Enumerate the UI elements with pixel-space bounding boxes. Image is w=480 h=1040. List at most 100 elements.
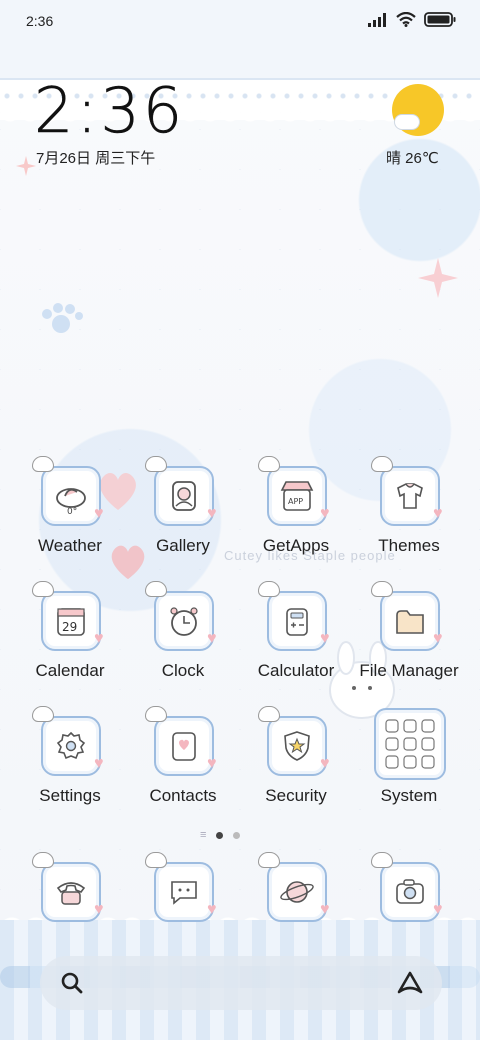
menu-lines-icon: ≡: [200, 829, 207, 841]
heart-icon: ♥: [320, 630, 330, 647]
app-label: GetApps: [262, 536, 330, 555]
messages-app-icon: [154, 862, 214, 922]
app-label: Gallery: [156, 536, 210, 555]
gallery-icon: [172, 481, 196, 511]
svg-text:APP: APP: [288, 497, 303, 506]
app-label: Calculator: [257, 661, 335, 680]
getapps-app-icon: APP: [267, 466, 327, 526]
page-dot-active[interactable]: [216, 831, 224, 839]
app-label: Settings: [39, 786, 101, 805]
svg-text:29: 29: [62, 620, 77, 634]
app-calculator[interactable]: ♥ Calculator: [240, 581, 352, 707]
clock-app-icon: [154, 591, 214, 651]
app-security[interactable]: ♥ Security: [240, 706, 352, 832]
bunny-ears-icon: [258, 581, 280, 597]
svg-text:0°: 0°: [67, 507, 77, 516]
bunny-ears-icon: [32, 456, 54, 472]
app-themes[interactable]: ♥ Themes: [353, 456, 465, 582]
themes-icon: [397, 483, 423, 509]
app-clock[interactable]: ♥ Clock: [127, 581, 239, 707]
app-contacts[interactable]: ♥ Contacts: [127, 706, 239, 832]
clock-widget-time[interactable]: 2:36: [34, 75, 185, 146]
clock-icon: [170, 607, 198, 636]
app-file-manager[interactable]: ♥ File Manager: [353, 581, 465, 707]
app-label: File Manager: [359, 661, 459, 680]
bunny-ears-icon: [371, 456, 393, 472]
settings-icon: [56, 731, 86, 760]
getapps-icon: APP: [280, 481, 314, 511]
calendar-app-icon: 29: [41, 591, 101, 651]
app-label: System: [380, 786, 438, 805]
weather-icon: 0°: [56, 488, 86, 516]
status-time: 2:36: [26, 13, 54, 29]
phone-app-icon: [41, 862, 101, 922]
folder-icon: [396, 610, 424, 634]
bunny-ears-icon: [258, 706, 280, 722]
app-gallery[interactable]: ♥ Gallery: [127, 456, 239, 582]
dock-camera[interactable]: ♥: [353, 852, 465, 928]
dock-messages[interactable]: ♥: [127, 852, 239, 928]
app-weather[interactable]: 0° ♥ Weather: [14, 456, 126, 582]
bunny-ears-icon: [32, 852, 54, 868]
settings-app-icon: [41, 716, 101, 776]
heart-icon: ♥: [207, 505, 217, 522]
assistant-icon[interactable]: [396, 970, 424, 996]
heart-icon: ♥: [320, 505, 330, 522]
calculator-app-icon: [267, 591, 327, 651]
app-folder-system[interactable]: System: [353, 708, 465, 832]
bunny-ears-icon: [258, 852, 280, 868]
app-label: Weather: [38, 536, 102, 555]
calculator-icon: [286, 608, 308, 636]
heart-icon: ♥: [433, 630, 443, 647]
browser-icon: [280, 881, 314, 903]
heart-icon: ♥: [94, 755, 104, 772]
browser-app-icon: [267, 862, 327, 922]
camera-icon: [396, 879, 424, 904]
bunny-ears-icon: [258, 456, 280, 472]
heart-icon: ♥: [207, 901, 217, 918]
wifi-icon: [396, 12, 416, 27]
bunny-ears-icon: [32, 581, 54, 597]
clock-widget-date[interactable]: 7月26日 周三下午: [36, 147, 155, 168]
page-dot[interactable]: [233, 831, 241, 839]
heart-icon: ♥: [433, 901, 443, 918]
bunny-ears-icon: [371, 581, 393, 597]
app-settings[interactable]: ♥ Settings: [14, 706, 126, 832]
security-app-icon: [267, 716, 327, 776]
heart-icon: ♥: [207, 630, 217, 647]
app-calendar[interactable]: 29 ♥ Calendar: [14, 581, 126, 707]
signal-icon: [368, 12, 386, 27]
sparkle-icon: [16, 156, 36, 176]
sparkle-icon: [418, 258, 458, 298]
bunny-ears-icon: [32, 706, 54, 722]
messages-icon: [171, 881, 197, 905]
app-label: Calendar: [35, 661, 105, 680]
heart-icon: ♥: [320, 901, 330, 918]
cloud-icon: [394, 114, 420, 130]
system-folder-icon: [374, 708, 446, 780]
battery-icon: [424, 12, 456, 27]
bunny-ears-icon: [145, 706, 167, 722]
bunny-ears-icon: [145, 581, 167, 597]
themes-app-icon: [380, 466, 440, 526]
gallery-app-icon: [154, 466, 214, 526]
bunny-ears-icon: [145, 852, 167, 868]
app-label: Clock: [161, 661, 205, 680]
app-label: Security: [265, 786, 327, 805]
app-label: Themes: [378, 536, 440, 555]
contacts-app-icon: [154, 716, 214, 776]
page-indicator[interactable]: ≡: [200, 829, 241, 841]
heart-icon: ♥: [320, 755, 330, 772]
search-icon[interactable]: [60, 971, 84, 995]
security-icon: [284, 731, 310, 761]
bunny-ears-icon: [371, 852, 393, 868]
dock-phone[interactable]: ♥: [14, 852, 126, 928]
app-getapps[interactable]: APP ♥ GetApps: [240, 456, 352, 582]
heart-icon: ♥: [94, 901, 104, 918]
heart-icon: ♥: [94, 630, 104, 647]
dock-browser[interactable]: ♥: [240, 852, 352, 928]
heart-icon: ♥: [433, 505, 443, 522]
weather-widget-text[interactable]: 晴 26℃: [386, 147, 439, 168]
heart-icon: ♥: [207, 755, 217, 772]
search-bar[interactable]: [40, 956, 442, 1010]
